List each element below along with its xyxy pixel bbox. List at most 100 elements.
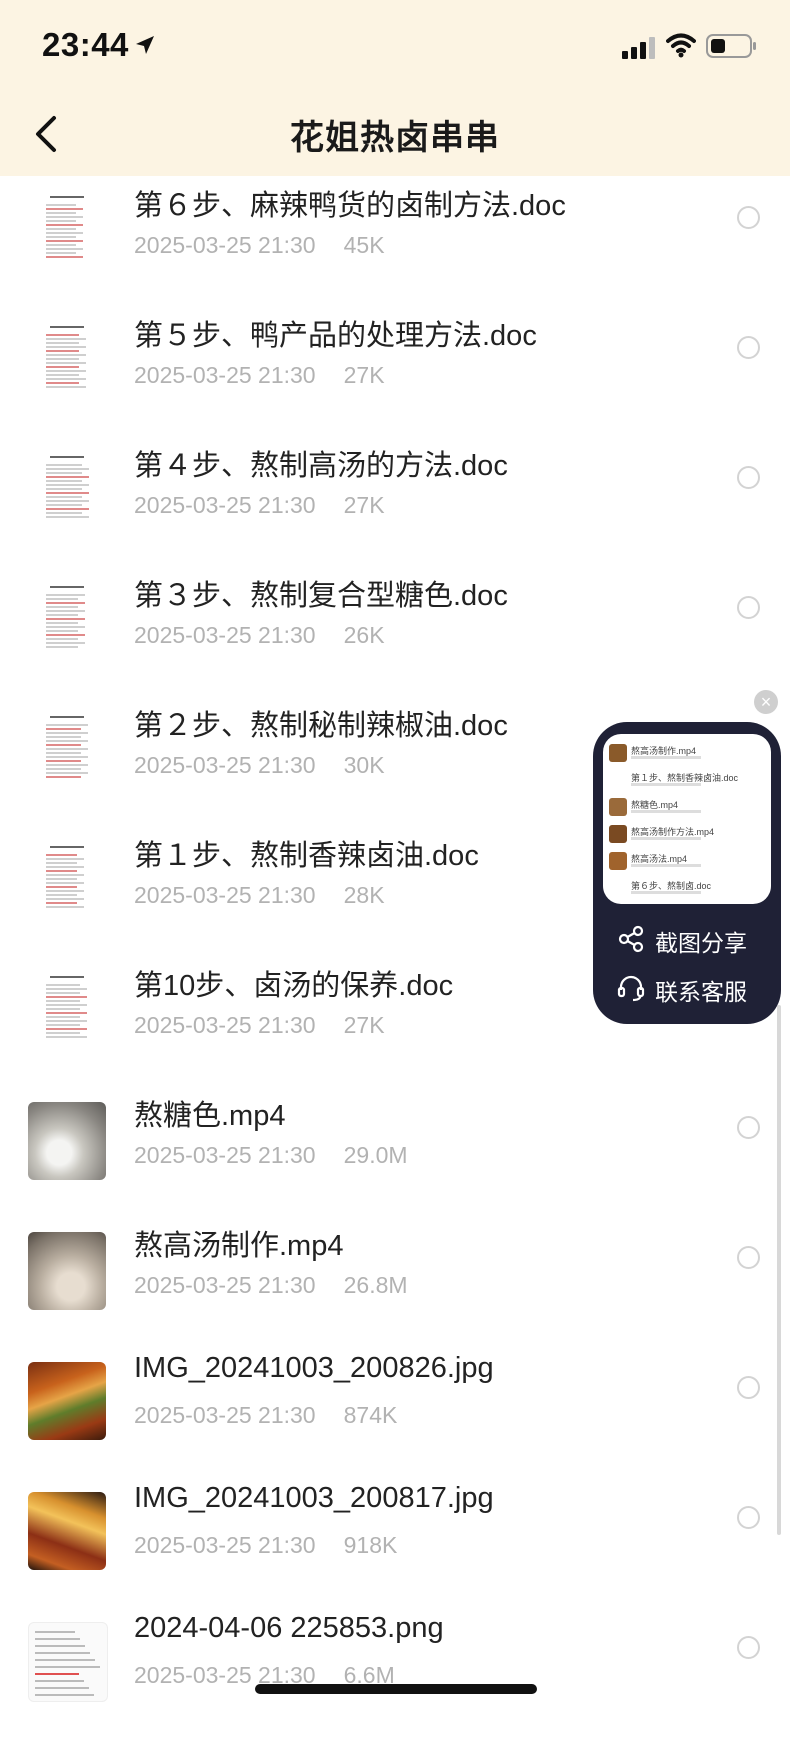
file-meta: 2025-03-25 21:30 27K	[134, 1012, 385, 1039]
file-row[interactable]: 第４步、熬制高汤的方法.doc 2025-03-25 21:30 27K	[0, 442, 790, 572]
file-date: 2025-03-25 21:30	[134, 882, 316, 908]
file-name: 第５步、鸭产品的处理方法.doc	[134, 320, 537, 352]
select-radio[interactable]	[737, 466, 760, 489]
file-meta: 2025-03-25 21:30 45K	[134, 232, 385, 259]
preview-thumbnail	[609, 744, 627, 762]
select-radio[interactable]	[737, 206, 760, 229]
close-float-panel-button[interactable]: ×	[754, 690, 778, 714]
file-name: IMG_20241003_200817.jpg	[134, 1482, 494, 1514]
preview-item: 熬高汤制作.mp4	[609, 742, 765, 768]
file-row[interactable]: 第５步、鸭产品的处理方法.doc 2025-03-25 21:30 27K	[0, 312, 790, 442]
file-size: 29.0M	[343, 1142, 408, 1168]
doc-thumbnail	[28, 192, 106, 270]
file-name: 第１步、熬制香辣卤油.doc	[134, 840, 479, 872]
page-title: 花姐热卤串串	[290, 119, 500, 157]
file-date: 2025-03-25 21:30	[134, 492, 316, 518]
wifi-icon	[666, 33, 696, 58]
file-row[interactable]: 第６步、麻辣鸭货的卤制方法.doc 2025-03-25 21:30 45K	[0, 182, 790, 312]
select-radio[interactable]	[737, 1376, 760, 1399]
file-name: 熬糖色.mp4	[134, 1100, 286, 1132]
preview-item: 第６步、熬制卤.doc	[609, 877, 765, 903]
preview-subline	[631, 837, 701, 840]
preview-thumbnail	[609, 771, 627, 789]
media-thumbnail	[28, 1622, 108, 1702]
file-size: 918K	[343, 1532, 398, 1558]
support-label: 联系客服	[655, 979, 747, 1005]
file-meta: 2025-03-25 21:30 27K	[134, 362, 385, 389]
floating-tool-panel: 熬高汤制作.mp4 第１步、熬制香辣卤油.doc 熬糖色.mp4 熬高汤制作方法.mp…	[593, 722, 781, 1024]
file-row[interactable]: IMG_20241003_200826.jpg 2025-03-25 21:30 8…	[0, 1352, 790, 1482]
doc-thumbnail	[28, 972, 106, 1050]
select-radio[interactable]	[737, 1506, 760, 1529]
media-thumbnail	[28, 1362, 106, 1440]
file-meta: 2025-03-25 21:30 29.0M	[134, 1142, 408, 1169]
file-meta: 2025-03-25 21:30 874K	[134, 1402, 397, 1429]
file-name: 第３步、熬制复合型糖色.doc	[134, 580, 508, 612]
select-radio[interactable]	[737, 1636, 760, 1659]
file-name: 2024-04-06 225853.png	[134, 1612, 444, 1644]
preview-item: 熬高汤制作方法.mp4	[609, 823, 765, 849]
doc-thumbnail	[28, 322, 106, 400]
preview-item: 熬糖色.mp4	[609, 796, 765, 822]
home-indicator[interactable]	[255, 1684, 537, 1694]
screenshot-share-button[interactable]: 截图分享	[617, 922, 767, 956]
file-date: 2025-03-25 21:30	[134, 752, 316, 778]
share-icon	[618, 925, 644, 953]
file-meta: 2025-03-25 21:30 27K	[134, 492, 385, 519]
file-row[interactable]: 熬糖色.mp4 2025-03-25 21:30 29.0M	[0, 1092, 790, 1222]
file-row[interactable]: 2024-04-06 225853.png 2025-03-25 21:30 6.6…	[0, 1612, 790, 1742]
file-name: 第10步、卤汤的保养.doc	[134, 970, 454, 1002]
file-date: 2025-03-25 21:30	[134, 1142, 316, 1168]
preview-subline	[631, 783, 701, 786]
header-bar: 23:44 花姐热卤串串	[0, 0, 790, 176]
file-size: 26.8M	[343, 1272, 408, 1298]
file-row[interactable]: IMG_20241003_200817.jpg 2025-03-25 21:30 9…	[0, 1482, 790, 1612]
file-meta: 2025-03-25 21:30 28K	[134, 882, 385, 909]
file-name: 熬高汤制作.mp4	[134, 1230, 344, 1262]
doc-thumbnail	[28, 712, 106, 790]
file-date: 2025-03-25 21:30	[134, 362, 316, 388]
preview-thumbnail	[609, 879, 627, 897]
file-meta: 2025-03-25 21:30 918K	[134, 1532, 397, 1559]
status-time: 23:44	[42, 26, 129, 63]
file-date: 2025-03-25 21:30	[134, 1402, 316, 1428]
file-meta: 2025-03-25 21:30 26.8M	[134, 1272, 408, 1299]
battery-icon	[706, 34, 756, 58]
file-size: 27K	[343, 1012, 385, 1038]
scrollbar[interactable]	[777, 1005, 781, 1535]
location-arrow-icon	[136, 36, 154, 54]
select-radio[interactable]	[737, 336, 760, 359]
file-date: 2025-03-25 21:30	[134, 1532, 316, 1558]
file-date: 2025-03-25 21:30	[134, 1012, 316, 1038]
preview-thumbnail	[609, 852, 627, 870]
screenshot-preview[interactable]: 熬高汤制作.mp4 第１步、熬制香辣卤油.doc 熬糖色.mp4 熬高汤制作方法.mp…	[603, 734, 771, 904]
file-name: 第６步、麻辣鸭货的卤制方法.doc	[134, 190, 566, 222]
select-radio[interactable]	[737, 1116, 760, 1139]
file-size: 27K	[343, 362, 385, 388]
media-thumbnail	[28, 1102, 106, 1180]
file-size: 45K	[343, 232, 385, 258]
file-date: 2025-03-25 21:30	[134, 622, 316, 648]
file-row[interactable]: 熬高汤制作.mp4 2025-03-25 21:30 26.8M	[0, 1222, 790, 1352]
doc-thumbnail	[28, 452, 106, 530]
select-radio[interactable]	[737, 1246, 760, 1269]
file-meta: 2025-03-25 21:30 26K	[134, 622, 385, 649]
file-name: IMG_20241003_200826.jpg	[134, 1352, 494, 1384]
preview-thumbnail	[609, 798, 627, 816]
file-size: 27K	[343, 492, 385, 518]
file-date: 2025-03-25 21:30	[134, 232, 316, 258]
media-thumbnail	[28, 1492, 106, 1570]
preview-thumbnail	[609, 825, 627, 843]
select-radio[interactable]	[737, 596, 760, 619]
file-size: 30K	[343, 752, 385, 778]
share-label: 截图分享	[655, 930, 747, 956]
preview-subline	[631, 810, 701, 813]
file-size: 874K	[343, 1402, 398, 1428]
file-row[interactable]: 第３步、熬制复合型糖色.doc 2025-03-25 21:30 26K	[0, 572, 790, 702]
file-size: 26K	[343, 622, 385, 648]
file-name: 第４步、熬制高汤的方法.doc	[134, 450, 508, 482]
contact-support-button[interactable]: 联系客服	[617, 971, 767, 1005]
file-size: 28K	[343, 882, 385, 908]
preview-subline	[631, 891, 701, 894]
file-name: 第２步、熬制秘制辣椒油.doc	[134, 710, 508, 742]
